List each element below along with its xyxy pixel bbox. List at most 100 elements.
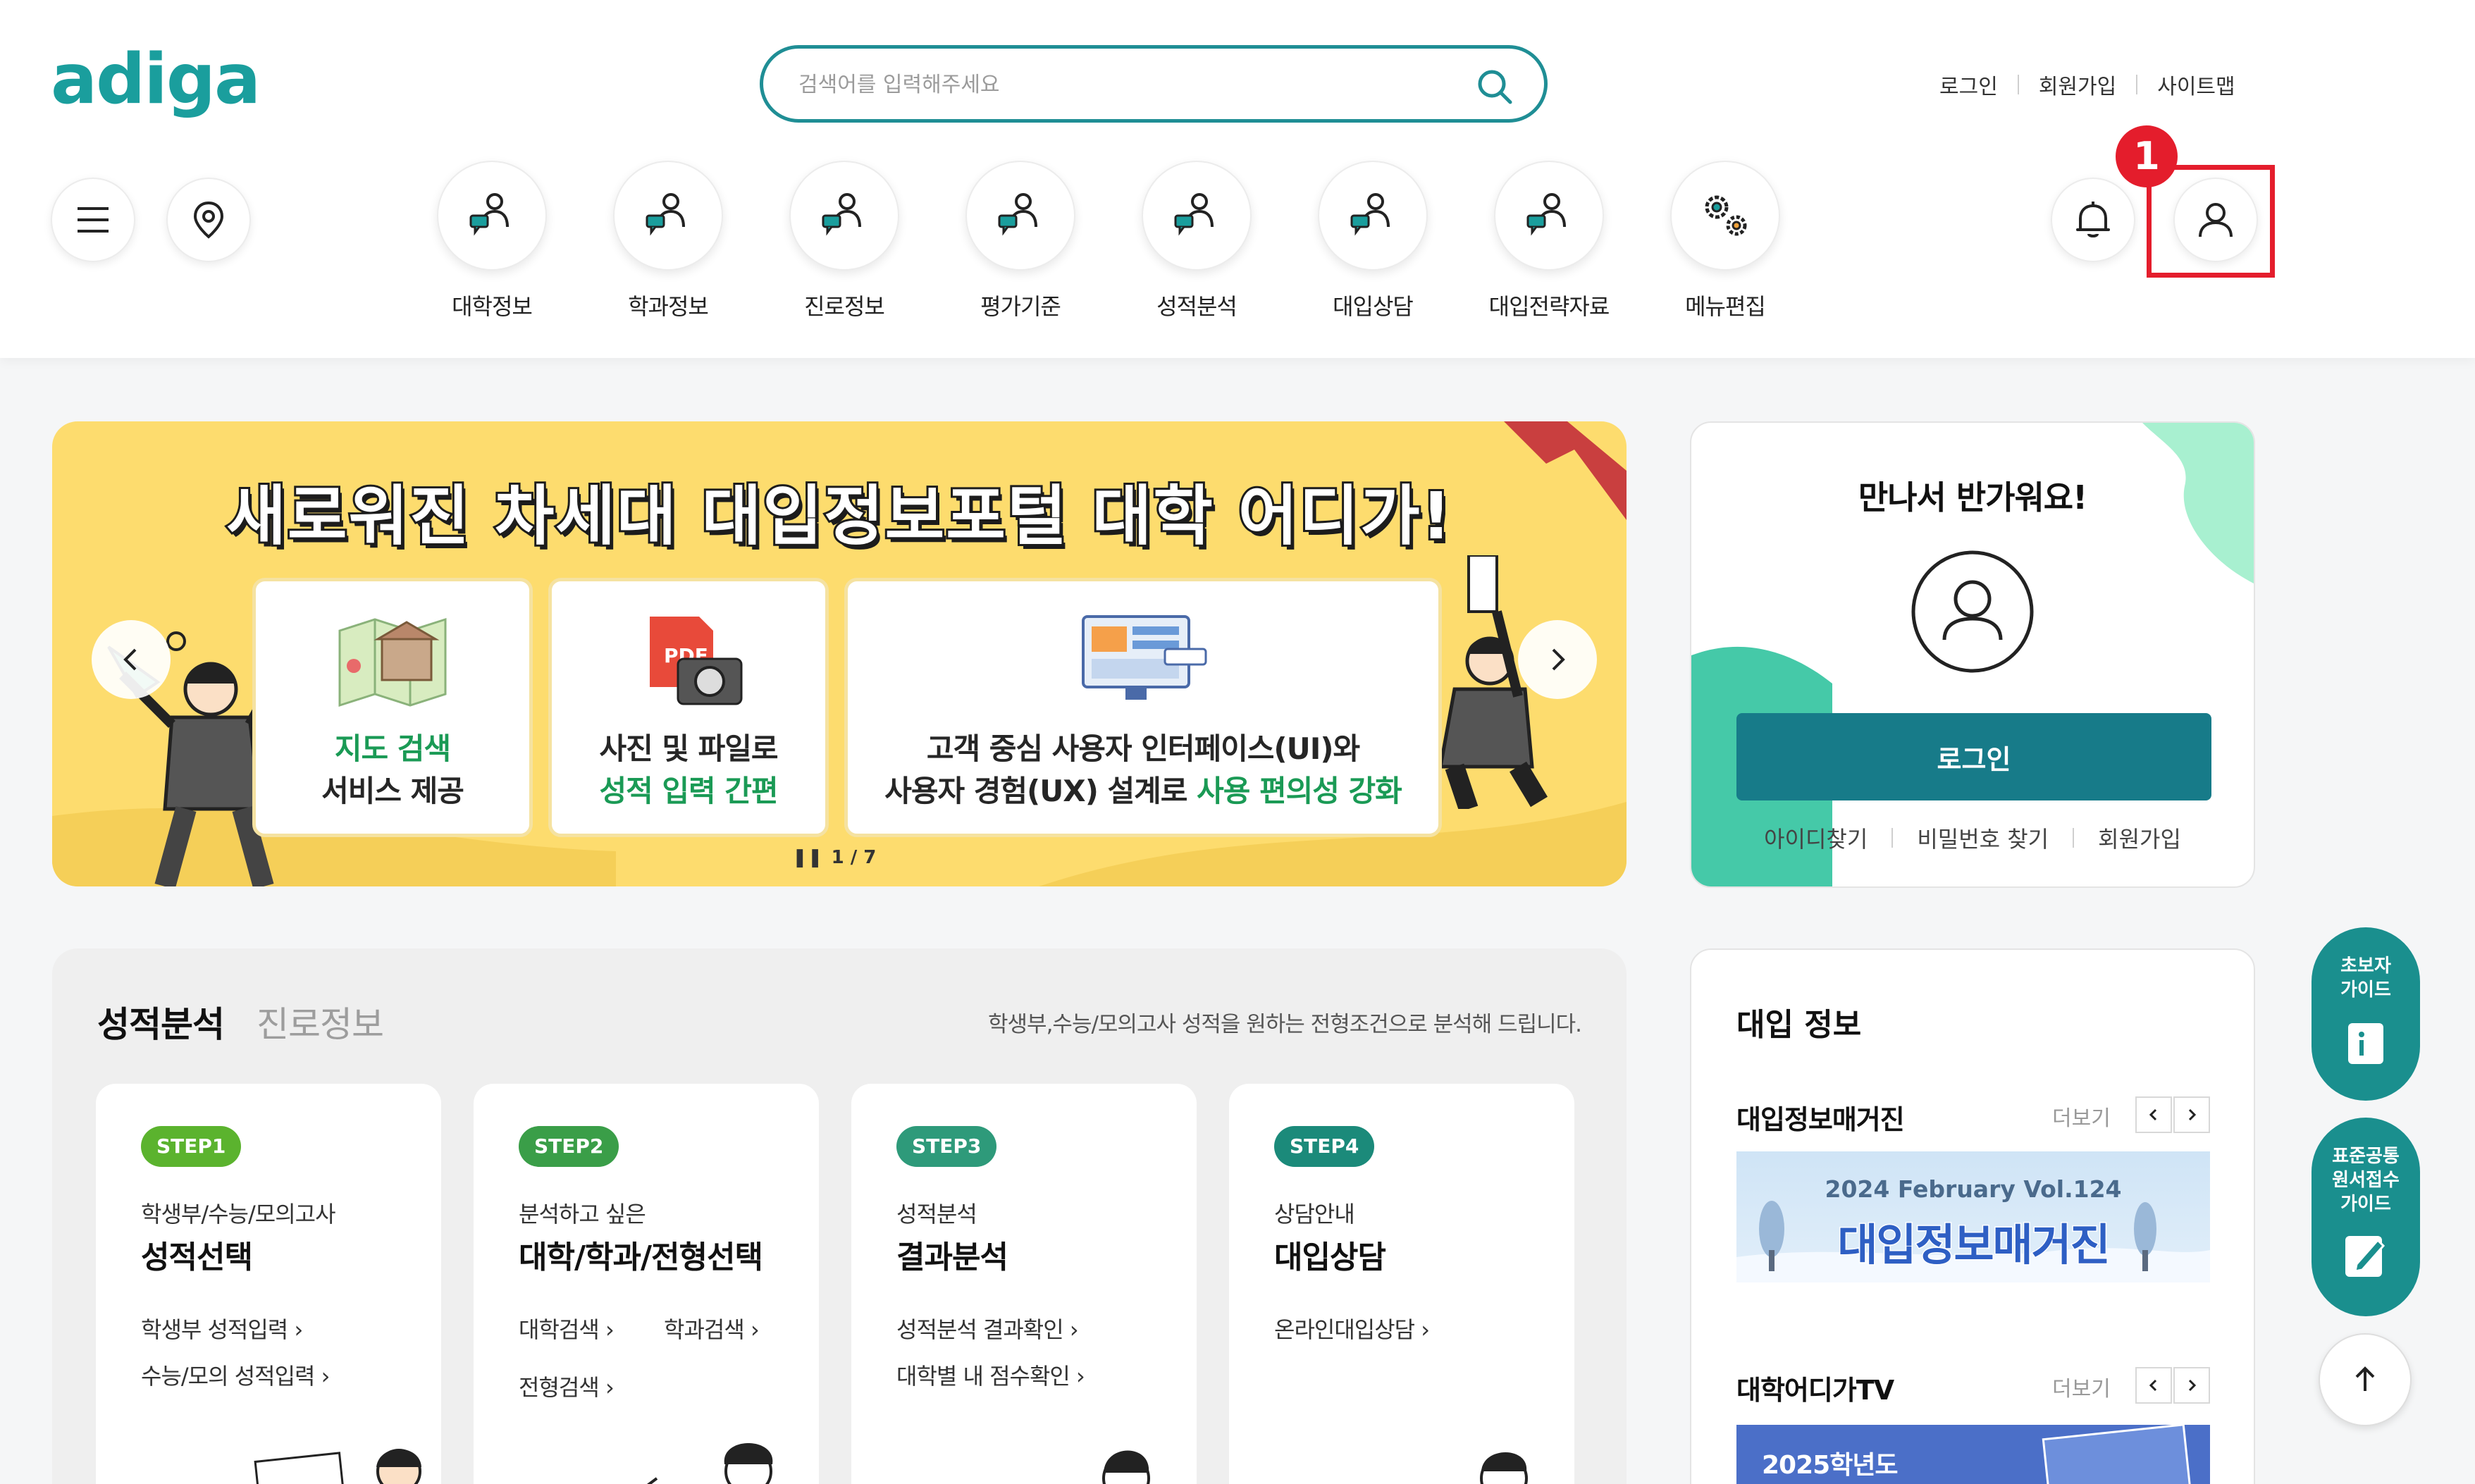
find-id-link[interactable]: 아이디찾기 bbox=[1764, 822, 1868, 854]
menu-score-analysis[interactable]: 성적분석 bbox=[1126, 161, 1267, 321]
menu-icon-circle bbox=[1670, 161, 1780, 271]
section-description: 학생부,수능/모의고사 성적을 원하는 전형조건으로 분석해 드립니다. bbox=[988, 1012, 1582, 1037]
banner-prev-button[interactable] bbox=[92, 620, 171, 699]
login-link[interactable]: 로그인 bbox=[1939, 69, 1998, 100]
banner-next-button[interactable] bbox=[1518, 620, 1597, 699]
guide-label-line: 초보자 bbox=[2340, 956, 2391, 977]
tab-career-info[interactable]: 진로정보 bbox=[257, 996, 384, 1047]
chevron-right-icon bbox=[1552, 648, 1565, 671]
tv-more-link[interactable]: 더보기 bbox=[2052, 1371, 2111, 1402]
step-badge: STEP2 bbox=[519, 1126, 619, 1167]
link-label: 전형검색 bbox=[519, 1374, 600, 1401]
score-analysis-section: 성적분석 진로정보 학생부,수능/모의고사 성적을 원하는 전형조건으로 분석해… bbox=[52, 948, 1627, 1484]
step-link[interactable]: 대학별 내 점수확인 › bbox=[896, 1359, 1085, 1391]
annotation-badge: 1 bbox=[2116, 125, 2178, 187]
location-button[interactable] bbox=[166, 178, 251, 262]
signup-link[interactable]: 회원가입 bbox=[2098, 822, 2181, 854]
menu-career-info[interactable]: 진로정보 bbox=[774, 161, 915, 321]
sitemap-link[interactable]: 사이트맵 bbox=[2157, 69, 2235, 100]
logo[interactable]: adiga bbox=[51, 39, 261, 120]
info-title: 대입 정보 bbox=[1736, 1007, 1862, 1043]
login-card: 만나서 반가워요! 로그인 아이디찾기 비밀번호 찾기 회원가입 bbox=[1690, 421, 2255, 888]
login-button[interactable]: 로그인 bbox=[1736, 713, 2211, 800]
magazine-banner[interactable]: 2024 February Vol.124 대입정보매거진 bbox=[1736, 1151, 2210, 1282]
step-link[interactable]: 학과검색 › bbox=[664, 1312, 760, 1344]
menu-university-info[interactable]: 대학정보 bbox=[421, 161, 562, 321]
tv-prev-button[interactable] bbox=[2135, 1367, 2172, 1404]
signup-link[interactable]: 회원가입 bbox=[2039, 69, 2116, 100]
login-links: 아이디찾기 비밀번호 찾기 회원가입 bbox=[1691, 822, 2254, 854]
feature-line-1: 고객 중심 사용자 인터페이스(UI)와 bbox=[926, 731, 1360, 766]
step-title: 대입상담 bbox=[1274, 1239, 1386, 1275]
tab-score-analysis[interactable]: 성적분석 bbox=[97, 996, 225, 1047]
menu-admission-strategy[interactable]: 대입전략자료 bbox=[1479, 161, 1619, 321]
step-badge: STEP4 bbox=[1274, 1126, 1375, 1167]
step-link[interactable]: 전형검색 › bbox=[519, 1370, 615, 1402]
menu-admission-counsel[interactable]: 대입상담 bbox=[1302, 161, 1443, 321]
feature-line-1: 사진 및 파일로 bbox=[599, 731, 778, 766]
step-subtitle: 상담안내 bbox=[1274, 1201, 1355, 1228]
feature-line-2a: 사용자 경험(UX) 설계로 bbox=[884, 774, 1197, 808]
person-chat-icon bbox=[1350, 193, 1390, 236]
step-link[interactable]: 대학검색 › bbox=[519, 1312, 615, 1344]
magazine-more-link[interactable]: 더보기 bbox=[2052, 1101, 2111, 1132]
link-label: 성적분석 결과확인 bbox=[896, 1316, 1064, 1343]
divider bbox=[2136, 75, 2138, 94]
magazine-title: 대입정보매거진 bbox=[1837, 1218, 2111, 1272]
feature-line-2: 성적 입력 간편 bbox=[599, 774, 778, 808]
pause-icon[interactable]: ❚❚ bbox=[792, 847, 823, 868]
banner-pager: ❚❚ 1 / 7 bbox=[792, 847, 876, 868]
guide-book-icon bbox=[2348, 1023, 2383, 1064]
divider bbox=[2017, 75, 2019, 94]
tv-next-button[interactable] bbox=[2173, 1367, 2210, 1404]
find-password-link[interactable]: 비밀번호 찾기 bbox=[1917, 822, 2049, 854]
hero-banner: 새로워진 차세대 대입정보포털 대학 어디가! 지도 검색 서비스 제공 PDF… bbox=[52, 421, 1627, 886]
step-card-3: STEP3 성적분석 결과분석 성적분석 결과확인 › 대학별 내 점수확인 › bbox=[851, 1084, 1197, 1484]
menu-evaluation-criteria[interactable]: 평가기준 bbox=[950, 161, 1091, 321]
step-link[interactable]: 학생부 성적입력 › bbox=[141, 1312, 303, 1344]
magazine-prev-button[interactable] bbox=[2135, 1096, 2172, 1133]
menu-label: 메뉴편집 bbox=[1685, 293, 1766, 320]
edit-document-icon bbox=[2345, 1236, 2385, 1277]
magazine-label: 대입정보매거진 bbox=[1736, 1104, 1905, 1135]
notification-button[interactable] bbox=[2051, 178, 2135, 262]
user-avatar-icon bbox=[1911, 550, 2034, 673]
menu-icon-circle bbox=[965, 161, 1075, 271]
menu-label: 진로정보 bbox=[804, 293, 885, 320]
guide-label-line: 가이드 bbox=[2340, 1194, 2391, 1215]
student-illustration bbox=[254, 1449, 421, 1484]
search-input[interactable] bbox=[798, 67, 1433, 102]
person-chat-icon bbox=[822, 193, 861, 236]
feature-line-2: 서비스 제공 bbox=[321, 774, 464, 808]
map-pin-icon bbox=[193, 201, 224, 239]
search-icon[interactable] bbox=[1474, 66, 1516, 108]
hamburger-icon bbox=[78, 207, 109, 233]
menu-icon-circle bbox=[437, 161, 547, 271]
tv-banner[interactable]: 2025학년도 bbox=[1736, 1425, 2210, 1484]
magazine-next-button[interactable] bbox=[2173, 1096, 2210, 1133]
application-guide-button[interactable]: 표준공통 원서접수 가이드 bbox=[2312, 1118, 2420, 1316]
menu-icon-circle bbox=[1318, 161, 1428, 271]
student-illustration bbox=[1480, 1452, 1528, 1484]
hamburger-menu-button[interactable] bbox=[51, 178, 135, 262]
feature-line-1: 지도 검색 bbox=[334, 731, 451, 766]
menu-label: 평가기준 bbox=[980, 293, 1061, 320]
step-link[interactable]: 수능/모의 성적입력 › bbox=[141, 1359, 330, 1391]
menu-label: 성적분석 bbox=[1156, 293, 1238, 320]
menu-edit[interactable]: 메뉴편집 bbox=[1655, 161, 1796, 321]
menu-department-info[interactable]: 학과정보 bbox=[598, 161, 739, 321]
beginner-guide-button[interactable]: 초보자 가이드 bbox=[2312, 927, 2420, 1101]
step-card-4: STEP4 상담안내 대입상담 온라인대입상담 › bbox=[1229, 1084, 1574, 1484]
feature-card-ui: 고객 중심 사용자 인터페이스(UI)와 사용자 경험(UX) 설계로 사용 편… bbox=[844, 578, 1442, 837]
step-subtitle: 성적분석 bbox=[896, 1201, 977, 1228]
chevron-right-icon bbox=[2188, 1379, 2197, 1392]
monitor-ui-icon bbox=[1082, 615, 1207, 700]
scroll-top-button[interactable] bbox=[2319, 1333, 2412, 1426]
step-link[interactable]: 온라인대입상담 › bbox=[1274, 1312, 1430, 1344]
menu-icon-circle bbox=[613, 161, 723, 271]
step-link[interactable]: 성적분석 결과확인 › bbox=[896, 1312, 1079, 1344]
link-label: 학생부 성적입력 bbox=[141, 1316, 288, 1343]
menu-icon-circle bbox=[1142, 161, 1252, 271]
link-label: 대학검색 bbox=[519, 1316, 600, 1343]
tv-banner-text: 2025학년도 bbox=[1762, 1451, 1899, 1480]
